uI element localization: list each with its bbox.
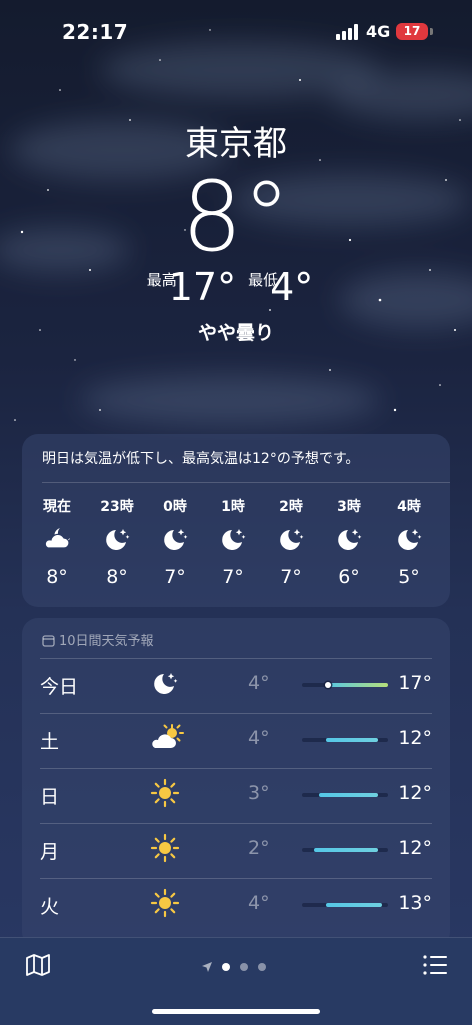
hour-temperature: 8° (106, 566, 128, 588)
high-label: 最高 (146, 271, 177, 289)
low-temperature: 4° (248, 727, 270, 749)
temperature-range-bar (302, 903, 388, 907)
temperature-range-fill (326, 903, 382, 907)
hour-label: 3時 (337, 499, 361, 515)
page-dot[interactable] (258, 962, 266, 971)
sun-cloud-icon (150, 723, 184, 757)
divider (40, 823, 432, 824)
high-temperature: 17° (168, 265, 237, 309)
hour-temperature: 7° (280, 566, 302, 588)
hour-label: 現在 (43, 499, 71, 515)
day-label: 月 (40, 841, 60, 863)
high-temperature: 12° (398, 837, 432, 859)
hour-temperature: 8° (46, 566, 68, 588)
battery-cap (430, 28, 433, 35)
temperature-range-bar (302, 793, 388, 797)
low-label: 最低 (248, 271, 279, 289)
bottom-toolbar (0, 937, 472, 1025)
hour-temperature: 6° (338, 566, 360, 588)
current-temperature: 8° (181, 161, 291, 273)
sun-icon (150, 888, 180, 922)
hour-label: 4時 (397, 499, 421, 515)
moon-stars-icon (380, 524, 438, 560)
sun-icon (150, 833, 180, 867)
daily-row[interactable]: 火 4° 13° (40, 878, 432, 933)
sun-icon (150, 778, 180, 812)
temperature-range-fill (314, 848, 378, 852)
moon-stars-icon (88, 524, 146, 560)
list-icon[interactable] (422, 952, 448, 978)
high-temperature: 13° (398, 892, 432, 914)
temperature-range-fill (326, 683, 388, 687)
calendar-icon (42, 635, 55, 647)
temperature-range-bar (302, 682, 388, 688)
page-dot-active[interactable] (222, 962, 230, 971)
high-low-temperature: 最高17° 最低4° (0, 266, 472, 308)
daily-forecast-title: 10日間天気予報 (42, 630, 154, 649)
moon-stars-icon (320, 524, 378, 560)
hour-label: 1時 (221, 499, 245, 515)
moon-stars-icon (262, 524, 320, 560)
battery-level: 17 (403, 24, 421, 38)
temperature-range-bar (302, 738, 388, 742)
low-temperature: 3° (248, 782, 270, 804)
cloud-moon-icon (28, 524, 86, 560)
hour-label: 2時 (279, 499, 303, 515)
hourly-item: 現在 8° (28, 496, 86, 588)
day-label: 土 (40, 731, 60, 753)
page-dot[interactable] (240, 962, 248, 971)
daily-title-text: 10日間天気予報 (59, 634, 154, 649)
divider (40, 658, 432, 659)
hour-label: 23時 (100, 499, 134, 515)
divider (40, 768, 432, 769)
daily-row[interactable]: 今日 4° 17° (40, 658, 432, 713)
hour-label: 0時 (163, 499, 187, 515)
moon-stars-icon (146, 524, 204, 560)
hourly-item: 0時 7° (146, 496, 204, 588)
day-label: 火 (40, 896, 60, 918)
hourly-item: 3時 6° (320, 496, 378, 588)
low-temperature: 4° (270, 265, 314, 309)
hour-temperature: 7° (222, 566, 244, 588)
cellular-signal-icon (336, 24, 358, 40)
temperature-range-fill (319, 793, 378, 797)
daily-row[interactable]: 日 3° 12° (40, 768, 432, 823)
high-temperature: 17° (398, 672, 432, 694)
divider (40, 878, 432, 879)
high-temperature: 12° (398, 727, 432, 749)
status-bar: 22:17 4G 17 (0, 18, 472, 48)
day-label: 日 (40, 786, 60, 808)
hour-temperature: 7° (164, 566, 186, 588)
hourly-item: 1時 7° (204, 496, 262, 588)
daily-row[interactable]: 土 4° 12° (40, 713, 432, 768)
moon-stars-icon (150, 668, 180, 702)
low-temperature: 4° (248, 672, 270, 694)
page-indicator[interactable] (0, 956, 472, 975)
hourly-item: 4時 5° (380, 496, 438, 588)
daily-forecast-card[interactable]: 10日間天気予報 今日 4° 17° 土 4° 12° 日 3° 12° 月 2° 12° 火 4° 13° (22, 618, 450, 948)
hour-temperature: 5° (398, 566, 420, 588)
weather-condition: やや曇り (197, 322, 274, 344)
hourly-item: 23時 8° (88, 496, 146, 588)
day-label: 今日 (40, 676, 79, 698)
temperature-range-bar (302, 848, 388, 852)
low-temperature: 2° (248, 837, 270, 859)
hourly-forecast-card[interactable]: 明日は気温が低下し、最高気温は12°の予想です。 現在 8° 23時 8° 0時 7° 1時… (22, 434, 450, 607)
hourly-item: 2時 7° (262, 496, 320, 588)
divider (42, 482, 450, 483)
network-type: 4G (366, 22, 391, 41)
forecast-summary: 明日は気温が低下し、最高気温は12°の予想です。 (42, 451, 360, 467)
low-temperature: 4° (248, 892, 270, 914)
daily-row[interactable]: 月 2° 12° (40, 823, 432, 878)
divider (40, 713, 432, 714)
home-indicator[interactable] (152, 1009, 320, 1014)
moon-stars-icon (204, 524, 262, 560)
high-temperature: 12° (398, 782, 432, 804)
location-arrow-icon[interactable] (201, 961, 213, 973)
city-name: 東京都 (185, 124, 287, 164)
status-time: 22:17 (62, 20, 129, 44)
battery-icon: 17 (396, 23, 428, 40)
temperature-range-fill (326, 738, 378, 742)
current-temp-marker (324, 682, 331, 688)
